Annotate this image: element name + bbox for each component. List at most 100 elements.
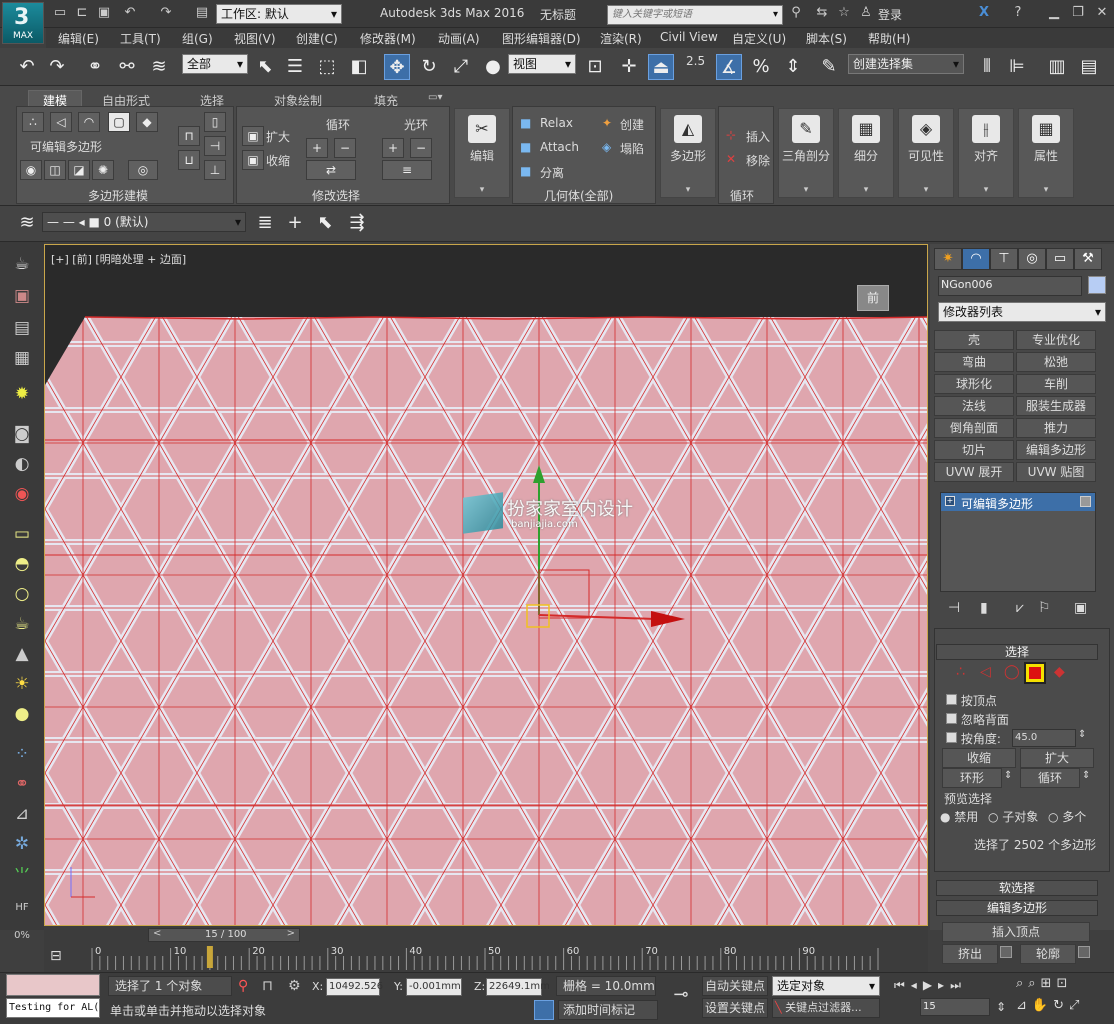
menu-civil-view[interactable]: Civil View bbox=[660, 30, 718, 44]
rect-selection-icon[interactable]: ⬚ bbox=[314, 54, 340, 80]
modify-selection-group-label[interactable]: 修改选择 bbox=[312, 187, 360, 204]
redo-icon[interactable]: ↷ bbox=[158, 5, 174, 21]
mod-lathe-button[interactable]: 车削 bbox=[1016, 374, 1096, 394]
detach-label[interactable]: 分离 bbox=[540, 164, 564, 181]
search-input[interactable]: 键入关键字或短语 bbox=[607, 5, 783, 25]
menu-customize[interactable]: 自定义(U) bbox=[732, 30, 786, 47]
mod-prooptimizer-button[interactable]: 专业优化 bbox=[1016, 330, 1096, 350]
collapse-icon[interactable]: ◈ bbox=[602, 140, 611, 154]
mod-push-button[interactable]: 推力 bbox=[1016, 418, 1096, 438]
time-tag-icon[interactable] bbox=[534, 1000, 554, 1020]
subdivide-big-button[interactable]: ▦ 细分 ▾ bbox=[838, 108, 894, 198]
loop-mode-icon[interactable]: ⇄ bbox=[306, 160, 356, 180]
window-crossing-icon[interactable]: ◧ bbox=[346, 54, 372, 80]
key-target-dropdown[interactable]: 选定对象 bbox=[772, 976, 880, 996]
shrink-icon[interactable]: ▣ bbox=[242, 150, 264, 170]
minimize-icon[interactable]: ▁ bbox=[1046, 5, 1062, 21]
ring-spinner-icon[interactable]: ⇕ bbox=[1004, 770, 1012, 781]
add-to-layer-icon[interactable]: ⬉ bbox=[312, 210, 338, 236]
absolute-mode-icon[interactable]: ⚙ bbox=[288, 978, 301, 994]
exchange-icon[interactable]: ⇆ bbox=[814, 5, 830, 21]
utilities-tab-icon[interactable]: ⚒ bbox=[1074, 248, 1102, 270]
current-frame-marker[interactable] bbox=[206, 946, 213, 968]
spinner-snap-icon[interactable]: ⇕ bbox=[780, 54, 806, 80]
polygons-big-button[interactable]: ◭ 多边形 ▾ bbox=[660, 108, 716, 198]
light-icon[interactable]: ✹ bbox=[8, 382, 36, 406]
mesh-svg[interactable] bbox=[45, 245, 928, 926]
modifier-stack[interactable]: + 可编辑多边形 bbox=[940, 492, 1096, 592]
particles-icon[interactable]: ⁘ bbox=[8, 742, 36, 766]
maxscript-listener-white[interactable]: Testing for AL( bbox=[6, 998, 100, 1018]
render-setup-icon[interactable]: ▤ bbox=[8, 316, 36, 340]
create-tab-icon[interactable]: ✷ bbox=[934, 248, 962, 270]
vertex-subobj-icon[interactable]: ∴ bbox=[956, 664, 965, 680]
border-subobj-icon[interactable]: ◯ bbox=[1004, 664, 1020, 680]
login-button[interactable]: 登录 bbox=[878, 6, 902, 23]
grow-button[interactable]: 扩大 bbox=[1020, 748, 1094, 768]
compass-icon[interactable]: ⊿ bbox=[8, 802, 36, 826]
menu-modifiers[interactable]: 修改器(M) bbox=[360, 30, 416, 47]
render-frame-icon[interactable]: ▦ bbox=[8, 346, 36, 370]
triangulate-big-button[interactable]: ✎ 三角剖分 ▾ bbox=[778, 108, 834, 198]
selection-rollout-header[interactable]: 选择 bbox=[936, 644, 1098, 660]
close-icon[interactable]: ✕ bbox=[1094, 5, 1110, 21]
time-config-icon[interactable]: ⇕ bbox=[996, 1000, 1006, 1014]
repeat-last-icon[interactable]: ⊔ bbox=[178, 150, 200, 170]
set-key-button[interactable]: 设置关键点 bbox=[702, 998, 768, 1018]
selection-filter-dropdown[interactable]: 全部 bbox=[182, 54, 248, 74]
make-unique-icon[interactable]: ⩗ bbox=[1016, 600, 1024, 616]
insert-loop-icon[interactable]: ⊹ bbox=[726, 128, 736, 142]
stack-item-toggle[interactable] bbox=[1080, 496, 1091, 507]
undo-icon[interactable]: ↶ bbox=[122, 5, 138, 21]
menu-rendering[interactable]: 渲染(R) bbox=[600, 30, 642, 47]
mod-uvw-unwrap-button[interactable]: UVW 展开 bbox=[934, 462, 1014, 482]
restore-icon[interactable]: ❐ bbox=[1070, 5, 1086, 21]
add-time-tag-button[interactable]: 添加时间标记 bbox=[558, 1000, 658, 1020]
angle-spinner[interactable]: 45.0 bbox=[1012, 729, 1076, 747]
create-layer-icon[interactable]: + bbox=[282, 210, 308, 236]
grass-icon[interactable]: ⺌ bbox=[8, 864, 36, 888]
maxscript-listener-pink[interactable] bbox=[6, 974, 100, 996]
outline-button[interactable]: 轮廓 bbox=[1020, 944, 1076, 964]
angle-snap-icon[interactable]: ∡ bbox=[716, 54, 742, 80]
menu-scripting[interactable]: 脚本(S) bbox=[806, 30, 847, 47]
menu-animation[interactable]: 动画(A) bbox=[438, 30, 480, 47]
unlink-icon[interactable]: ⚯ bbox=[114, 54, 140, 80]
mod-edit-poly-button[interactable]: 编辑多边形 bbox=[1016, 440, 1096, 460]
motion-tab-icon[interactable]: ◎ bbox=[1018, 248, 1046, 270]
mod-garment-button[interactable]: 服装生成器 bbox=[1016, 396, 1096, 416]
swiftloop-icon[interactable]: ⊥ bbox=[204, 160, 226, 180]
layer-explorer-icon[interactable]: ▥ bbox=[1044, 54, 1070, 80]
mod-relax-button[interactable]: 松弛 bbox=[1016, 352, 1096, 372]
dome-icon[interactable]: ◓ bbox=[8, 552, 36, 576]
gear-icon[interactable]: ✲ bbox=[8, 832, 36, 856]
dots-icon[interactable]: 0% bbox=[8, 924, 36, 948]
remove-loop-label[interactable]: 移除 bbox=[746, 152, 770, 169]
loop-spinner-icon[interactable]: ⇕ bbox=[1082, 770, 1090, 781]
relax-icon[interactable]: ■ bbox=[520, 116, 531, 130]
pin-stack-icon[interactable]: ⊣ bbox=[948, 600, 960, 616]
teapot-prim-icon[interactable]: ☕ bbox=[8, 612, 36, 636]
key-filters-button[interactable]: ╲ 关键点过滤器... bbox=[772, 998, 880, 1018]
mod-shell-button[interactable]: 壳 bbox=[934, 330, 1014, 350]
new-file-icon[interactable]: ▭ bbox=[52, 5, 68, 21]
z-coord-field[interactable]: 22649.1mm bbox=[486, 978, 550, 996]
menu-edit[interactable]: 编辑(E) bbox=[58, 30, 99, 47]
mesh-object[interactable] bbox=[45, 317, 928, 926]
mirror-icon[interactable]: ⫴ bbox=[974, 54, 1000, 80]
remove-loop-icon[interactable]: ✕ bbox=[726, 152, 736, 166]
soft-selection-rollout[interactable]: 软选择 bbox=[936, 880, 1098, 896]
menu-views[interactable]: 视图(V) bbox=[234, 30, 276, 47]
select-move-icon[interactable]: ✥ bbox=[384, 54, 410, 80]
teapot-icon[interactable]: ☕ bbox=[8, 252, 36, 276]
edit-polygons-rollout[interactable]: 编辑多边形 bbox=[936, 900, 1098, 916]
loops-group-label[interactable]: 循环 bbox=[730, 187, 754, 204]
cut-icon[interactable]: ⊣ bbox=[204, 136, 226, 156]
time-slider[interactable]: < 15 / 100 > bbox=[148, 928, 300, 942]
menu-create[interactable]: 创建(C) bbox=[296, 30, 338, 47]
modify-tab-icon[interactable]: ◠ bbox=[962, 248, 990, 270]
create-icon[interactable]: ✦ bbox=[602, 116, 612, 130]
sphere-icon[interactable]: ○ bbox=[8, 582, 36, 606]
percent-snap-icon[interactable]: % bbox=[748, 54, 774, 80]
outline-settings-icon[interactable] bbox=[1078, 946, 1090, 958]
